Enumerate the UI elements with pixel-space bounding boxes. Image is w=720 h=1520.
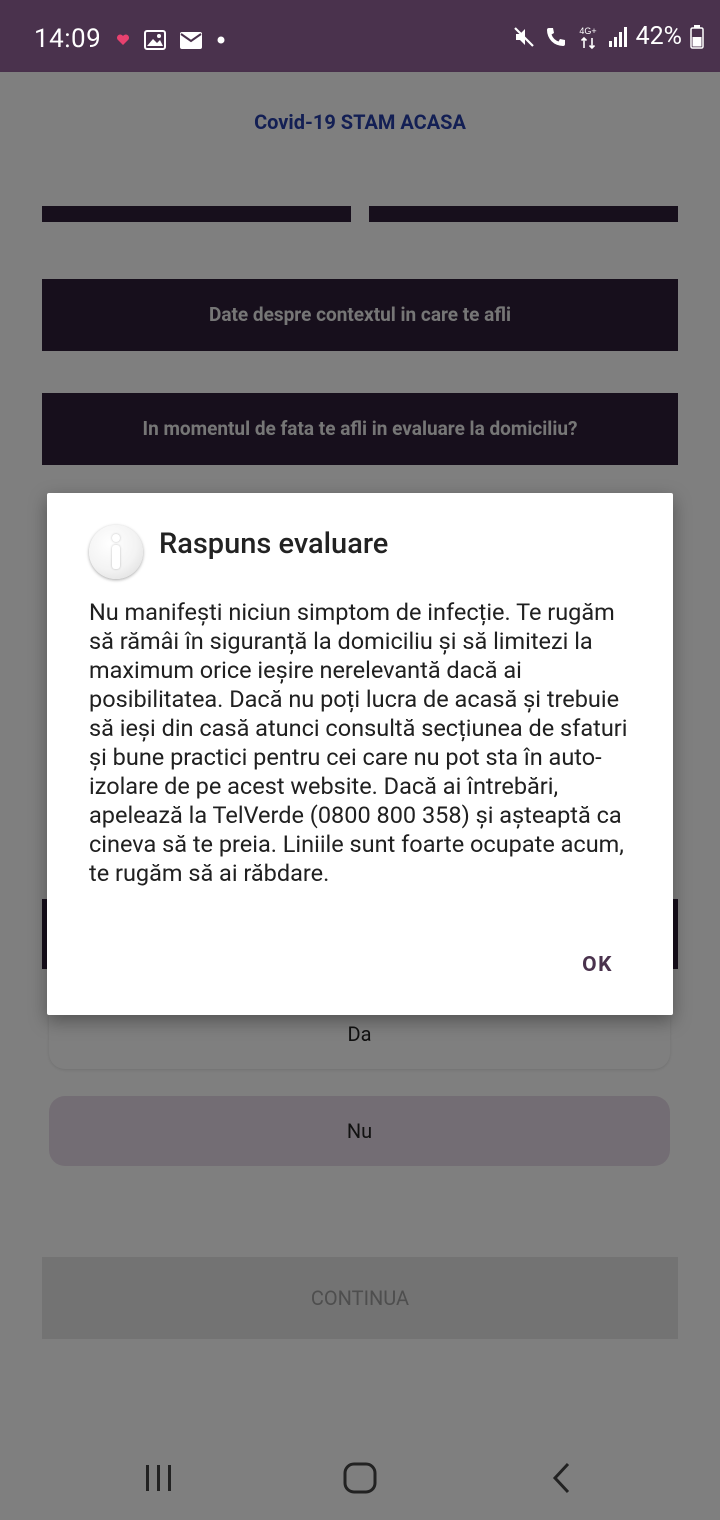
notification-icons <box>116 30 226 50</box>
info-icon <box>89 525 143 579</box>
dialog-title: Raspuns evaluare <box>159 527 389 561</box>
network-4g-icon: 4G+ <box>579 26 596 49</box>
dialog-message: Nu manifești niciun simptom de infecție.… <box>89 598 628 887</box>
battery-icon <box>690 24 704 49</box>
signal-icon <box>608 26 627 47</box>
battery-percent: 42% <box>635 22 682 51</box>
mute-icon <box>513 26 534 47</box>
network-4g-label: 4G+ <box>579 26 596 36</box>
status-bar: 14:09 4G+ 42% <box>0 0 720 72</box>
dot-icon <box>217 36 225 44</box>
image-icon <box>144 30 166 50</box>
evaluation-dialog: Raspuns evaluare Nu manifești niciun sim… <box>47 493 673 1015</box>
heart-icon <box>116 34 130 45</box>
system-icons: 4G+ 42% <box>512 22 704 51</box>
call-icon <box>546 27 565 46</box>
status-time: 14:09 <box>34 24 102 54</box>
ok-button[interactable]: OK <box>582 953 613 977</box>
mail-icon <box>180 31 202 49</box>
